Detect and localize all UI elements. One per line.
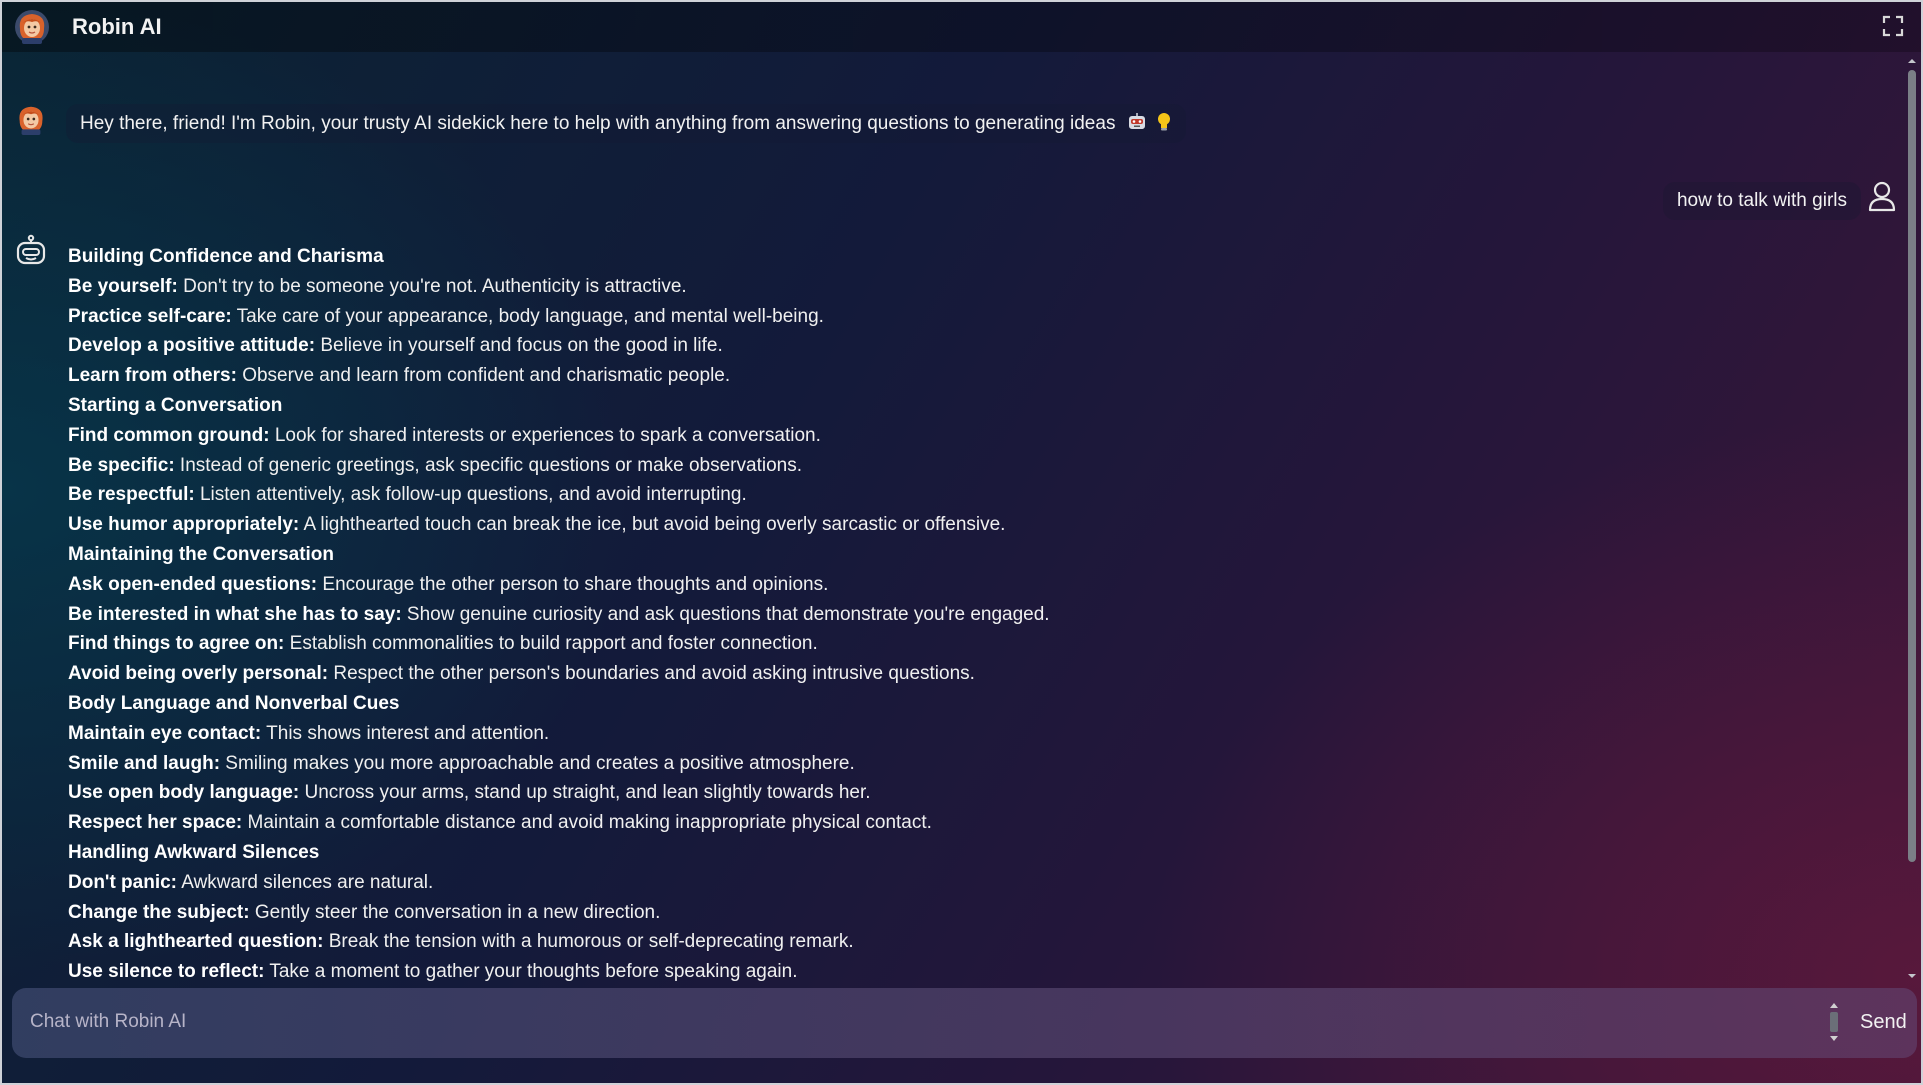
response-item-description: Encourage the other person to share thou… — [317, 573, 829, 595]
robot-face-emoji-icon — [1128, 113, 1145, 129]
bot-response: Building Confidence and Charisma Be yours… — [68, 242, 1468, 987]
response-item-term: Ask open-ended questions: — [68, 573, 318, 595]
response-item-description: Look for shared interests or experiences… — [269, 424, 821, 446]
response-item-term: Smile and laugh: — [68, 752, 221, 774]
chat-input-bar: Send — [12, 988, 1917, 1058]
response-list-item: Learn from others: Observe and learn fro… — [68, 361, 1468, 391]
input-stepper[interactable] — [1828, 1000, 1840, 1044]
response-list-item: Be interested in what she has to say: Sh… — [68, 600, 1468, 630]
response-item-description: Instead of generic greetings, ask specif… — [174, 454, 802, 476]
response-list-item: Don't panic: Awkward silences are natura… — [68, 868, 1468, 898]
response-item-term: Find common ground: — [68, 424, 270, 446]
app-title: Robin AI — [72, 14, 162, 39]
response-list-item: Practice self-care: Take care of your ap… — [68, 302, 1468, 332]
lightbulb-emoji-icon — [1158, 113, 1171, 131]
scroll-down-arrow-icon[interactable] — [1907, 971, 1917, 981]
header-bar: Robin AI — [2, 2, 1921, 52]
response-list-item: Find common ground: Look for shared inte… — [68, 421, 1468, 451]
scroll-up-arrow-icon[interactable] — [1907, 56, 1917, 66]
response-list-item: Use humor appropriately: A lighthearted … — [68, 510, 1468, 540]
response-list-item: Maintain eye contact: This shows interes… — [68, 719, 1468, 749]
response-list-item: Be respectful: Listen attentively, ask f… — [68, 480, 1468, 510]
response-item-term: Be interested in what she has to say: — [68, 603, 402, 625]
user-message-bubble: how to talk with girls — [1662, 182, 1861, 220]
scrollbar[interactable] — [1905, 56, 1919, 981]
user-icon — [1868, 181, 1896, 212]
intro-message-bubble: Hey there, friend! I'm Robin, your trust… — [66, 104, 1187, 143]
response-item-term: Be respectful: — [68, 484, 195, 506]
robot-icon — [16, 234, 46, 265]
response-list-item: Ask a lighthearted question: Break the t… — [68, 927, 1468, 957]
response-item-term: Maintain eye contact: — [68, 722, 262, 744]
response-item-description: Awkward silences are natural. — [177, 871, 434, 893]
response-item-description: A lighthearted touch can break the ice, … — [299, 514, 1006, 536]
robin-avatar-icon — [19, 106, 43, 136]
response-item-term: Use humor appropriately: — [68, 514, 300, 536]
scrollbar-thumb[interactable] — [1908, 70, 1916, 862]
response-item-description: Believe in yourself and focus on the goo… — [315, 335, 723, 357]
response-item-term: Find things to agree on: — [68, 633, 285, 655]
intro-message-text: Hey there, friend! I'm Robin, your trust… — [80, 113, 1116, 134]
response-item-term: Use silence to reflect: — [68, 961, 265, 983]
response-list-item: Avoid being overly personal: Respect the… — [68, 659, 1468, 689]
response-item-description: Show genuine curiosity and ask questions… — [401, 603, 1050, 625]
response-list-item: Be yourself: Don't try to be someone you… — [68, 272, 1468, 302]
response-item-description: This shows interest and attention. — [261, 722, 550, 744]
response-list-item: Ask open-ended questions: Encourage the … — [68, 570, 1468, 600]
response-item-term: Respect her space: — [68, 812, 243, 834]
chat-input[interactable] — [30, 1002, 1810, 1042]
response-list-item: Develop a positive attitude: Believe in … — [68, 331, 1468, 361]
response-section-heading: Handling Awkward Silences — [68, 841, 320, 863]
response-section-heading: Maintaining the Conversation — [68, 543, 335, 565]
response-item-description: Uncross your arms, stand up straight, an… — [299, 782, 871, 804]
response-list-item: Use silence to reflect: Take a moment to… — [68, 957, 1468, 987]
response-item-description: Establish commonalities to build rapport… — [284, 633, 818, 655]
response-item-term: Use open body language: — [68, 782, 300, 804]
response-item-description: Listen attentively, ask follow-up questi… — [194, 484, 747, 506]
response-section-heading: Body Language and Nonverbal Cues — [68, 692, 400, 714]
response-item-description: Gently steer the conversation in a new d… — [249, 901, 661, 923]
app-window: Robin AI Hey there, friend! I'm Robin, y… — [0, 0, 1923, 1085]
response-list-item: Be specific: Instead of generic greeting… — [68, 451, 1468, 481]
response-item-term: Be yourself: — [68, 275, 178, 297]
robin-avatar-icon — [15, 10, 49, 44]
response-item-term: Develop a positive attitude: — [68, 335, 316, 357]
response-section-heading: Building Confidence and Charisma — [68, 246, 384, 267]
response-item-term: Learn from others: — [68, 365, 237, 387]
response-list-item: Respect her space: Maintain a comfortabl… — [68, 808, 1468, 838]
response-item-description: Don't try to be someone you're not. Auth… — [177, 275, 687, 297]
fullscreen-icon[interactable] — [1881, 14, 1905, 38]
response-section-heading: Starting a Conversation — [68, 394, 283, 416]
response-list-item: Smile and laugh: Smiling makes you more … — [68, 749, 1468, 779]
response-item-description: Take care of your appearance, body langu… — [231, 305, 824, 327]
user-message-text: how to talk with girls — [1676, 190, 1847, 211]
send-button[interactable]: Send — [1850, 1002, 1917, 1042]
response-item-term: Practice self-care: — [68, 305, 232, 327]
response-item-description: Maintain a comfortable distance and avoi… — [242, 812, 932, 834]
response-item-term: Ask a lighthearted question: — [68, 931, 324, 953]
response-item-term: Be specific: — [68, 454, 175, 476]
response-item-description: Smiling makes you more approachable and … — [220, 752, 855, 774]
response-item-term: Change the subject: — [68, 901, 250, 923]
response-item-term: Avoid being overly personal: — [68, 663, 329, 685]
response-item-description: Observe and learn from confident and cha… — [236, 365, 731, 387]
response-item-description: Take a moment to gather your thoughts be… — [264, 961, 798, 983]
response-list-item: Change the subject: Gently steer the con… — [68, 898, 1468, 928]
response-item-term: Don't panic: — [68, 871, 178, 893]
response-list-item: Find things to agree on: Establish commo… — [68, 629, 1468, 659]
response-list-item: Use open body language: Uncross your arm… — [68, 778, 1468, 808]
response-item-description: Break the tension with a humorous or sel… — [323, 931, 854, 953]
response-item-description: Respect the other person's boundaries an… — [328, 663, 975, 685]
